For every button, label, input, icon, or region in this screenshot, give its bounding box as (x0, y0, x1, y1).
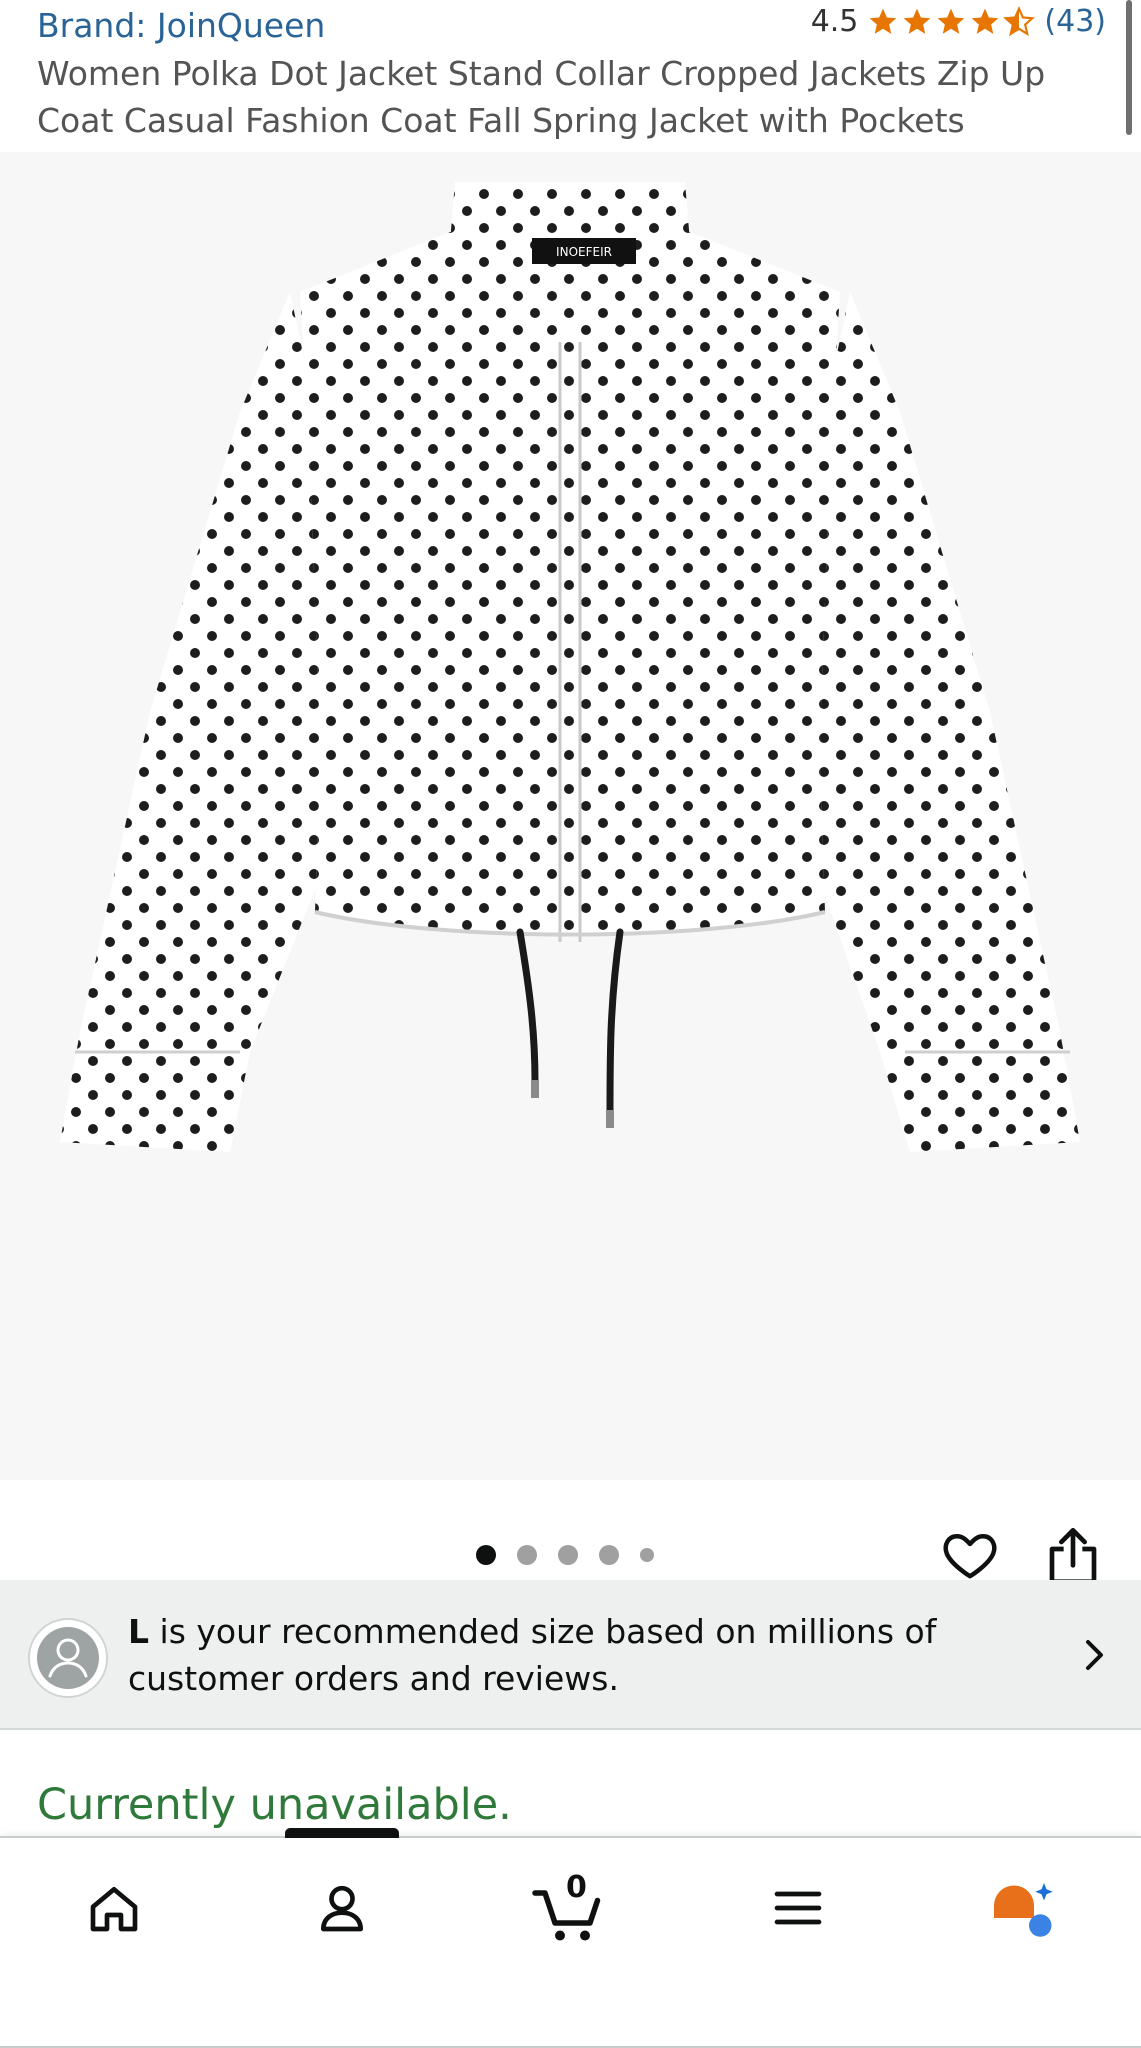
nav-account[interactable] (302, 1868, 382, 1948)
carousel-dot[interactable] (640, 1548, 654, 1562)
carousel-dot[interactable] (558, 1545, 578, 1565)
nav-menu[interactable] (758, 1868, 838, 1948)
carousel-dots[interactable] (476, 1545, 675, 1565)
wishlist-button[interactable] (940, 1525, 1000, 1585)
half-star-icon (1003, 5, 1036, 36)
jacket-image: INOEFEIR (60, 182, 1080, 1152)
carousel-dot[interactable] (599, 1545, 619, 1565)
size-recommendation-message: is your recommended size based on millio… (128, 1612, 937, 1698)
star-icon (972, 8, 999, 34)
share-icon (1049, 1528, 1097, 1584)
star-icon (870, 8, 897, 34)
star-icon (904, 8, 931, 34)
star-rating (866, 5, 1036, 38)
rating-summary[interactable]: 4.5 (43) (811, 4, 1106, 39)
heart-icon (943, 1534, 997, 1579)
nav-rufus[interactable] (984, 1868, 1064, 1948)
avatar (28, 1618, 108, 1698)
menu-icon (774, 1891, 822, 1925)
nav-home[interactable] (74, 1868, 154, 1948)
chevron-right-icon (1086, 1640, 1103, 1670)
product-image[interactable]: INOEFEIR (0, 152, 1141, 1480)
account-icon (321, 1885, 363, 1932)
review-count[interactable]: (43) (1044, 4, 1106, 39)
user-icon (37, 1627, 99, 1689)
collar-label: INOEFEIR (556, 245, 612, 259)
availability-status: Currently unavailable. (37, 1780, 512, 1830)
star-icon (938, 8, 965, 34)
share-button[interactable] (1045, 1525, 1101, 1587)
rufus-icon (994, 1883, 1053, 1937)
cart-count: 0 (566, 1870, 587, 1905)
size-recommendation-text: L is your recommended size based on mill… (128, 1608, 958, 1702)
brand-link[interactable]: Brand: JoinQueen (37, 6, 325, 45)
bottom-navigation: 0 (0, 1828, 1141, 2048)
recommended-size: L (128, 1612, 150, 1651)
carousel-dot[interactable] (517, 1545, 537, 1565)
home-icon (90, 1887, 138, 1932)
size-recommendation-banner[interactable]: L is your recommended size based on mill… (0, 1580, 1141, 1730)
product-header: Brand: JoinQueen 4.5 (43) Women Polka Do… (0, 0, 1141, 152)
nav-active-indicator (285, 1828, 399, 1838)
nav-cart[interactable]: 0 (530, 1868, 610, 1948)
rating-value: 4.5 (810, 4, 859, 39)
product-title: Women Polka Dot Jacket Stand Collar Crop… (37, 54, 1046, 140)
carousel-dot-active[interactable] (476, 1545, 496, 1565)
